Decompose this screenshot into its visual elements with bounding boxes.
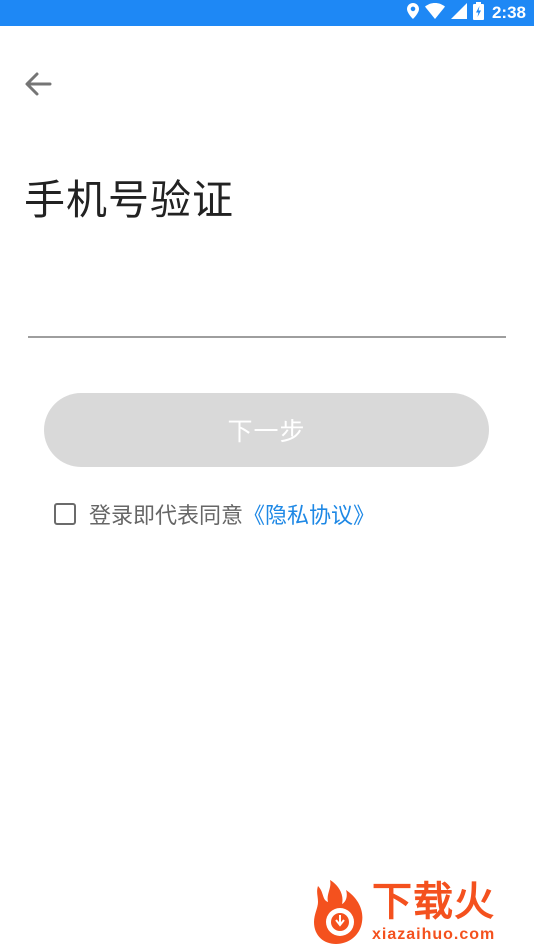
agreement-text: 登录即代表同意 — [89, 504, 244, 529]
watermark-brand: 下载火 — [372, 879, 495, 925]
back-button[interactable] — [18, 66, 58, 106]
agreement-row: 登录即代表同意 《隐私协议》 — [54, 497, 375, 531]
status-time: 2:38 — [491, 3, 526, 22]
watermark-url: xiazaihuo.com — [372, 926, 496, 943]
next-button[interactable]: 下一步 — [44, 393, 489, 467]
privacy-policy-link[interactable]: 《隐私协议》 — [243, 498, 375, 530]
page-title: 手机号验证 — [24, 176, 234, 224]
signal-icon — [450, 3, 467, 23]
status-bar: 2:38 — [0, 0, 534, 26]
flame-logo-icon — [310, 876, 370, 950]
arrow-left-icon — [22, 68, 54, 104]
location-icon — [406, 3, 419, 23]
next-button-label: 下一步 — [227, 417, 306, 446]
watermark: 下载火 xiazaihuo.com — [310, 876, 530, 948]
status-icons: 2:38 — [406, 0, 526, 26]
battery-icon — [472, 2, 484, 24]
phone-input[interactable] — [28, 290, 506, 338]
agreement-checkbox[interactable] — [54, 503, 76, 525]
wifi-icon — [424, 3, 445, 23]
